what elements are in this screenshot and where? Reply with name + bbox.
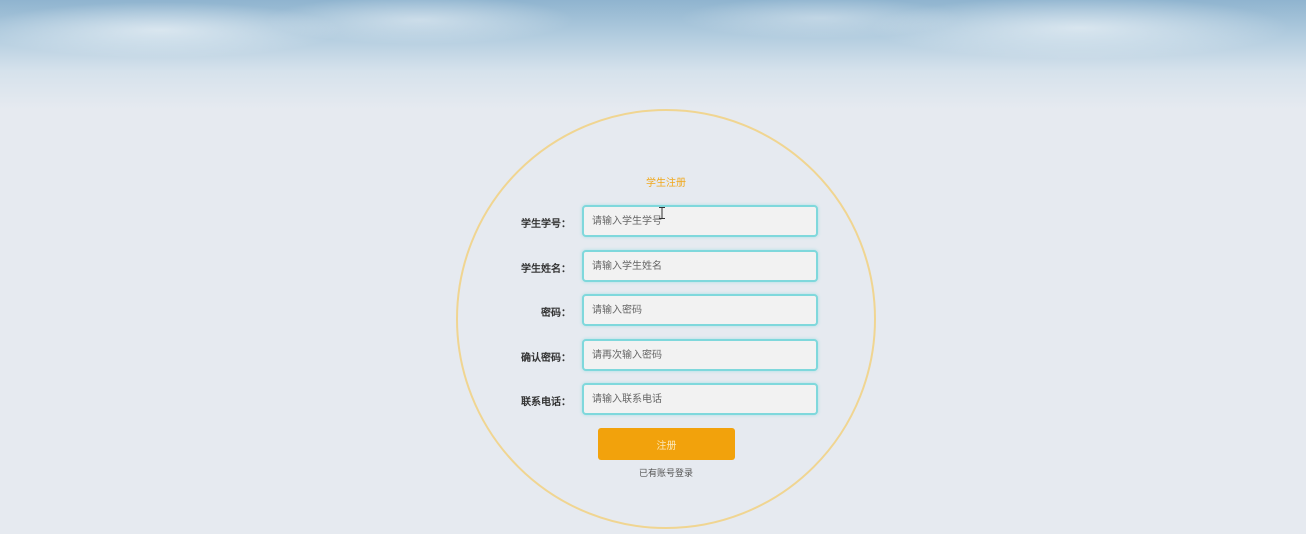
sky-banner [0,0,1306,110]
form-title: 学生注册 [646,178,686,189]
text-cursor-icon [659,207,665,219]
register-button[interactable]: 注册 [598,428,735,460]
phone-label: 联系电话： [521,397,571,408]
password-label: 密码： [541,308,571,319]
phone-input[interactable] [582,383,818,415]
password-input[interactable] [582,294,818,326]
login-link[interactable]: 已有账号登录 [566,466,766,479]
confirm-password-input[interactable] [582,339,818,371]
student-id-input[interactable] [582,205,818,237]
confirm-password-label: 确认密码： [521,353,571,364]
student-id-label: 学生学号： [521,219,571,230]
student-name-label: 学生姓名： [521,264,571,275]
student-name-input[interactable] [582,250,818,282]
